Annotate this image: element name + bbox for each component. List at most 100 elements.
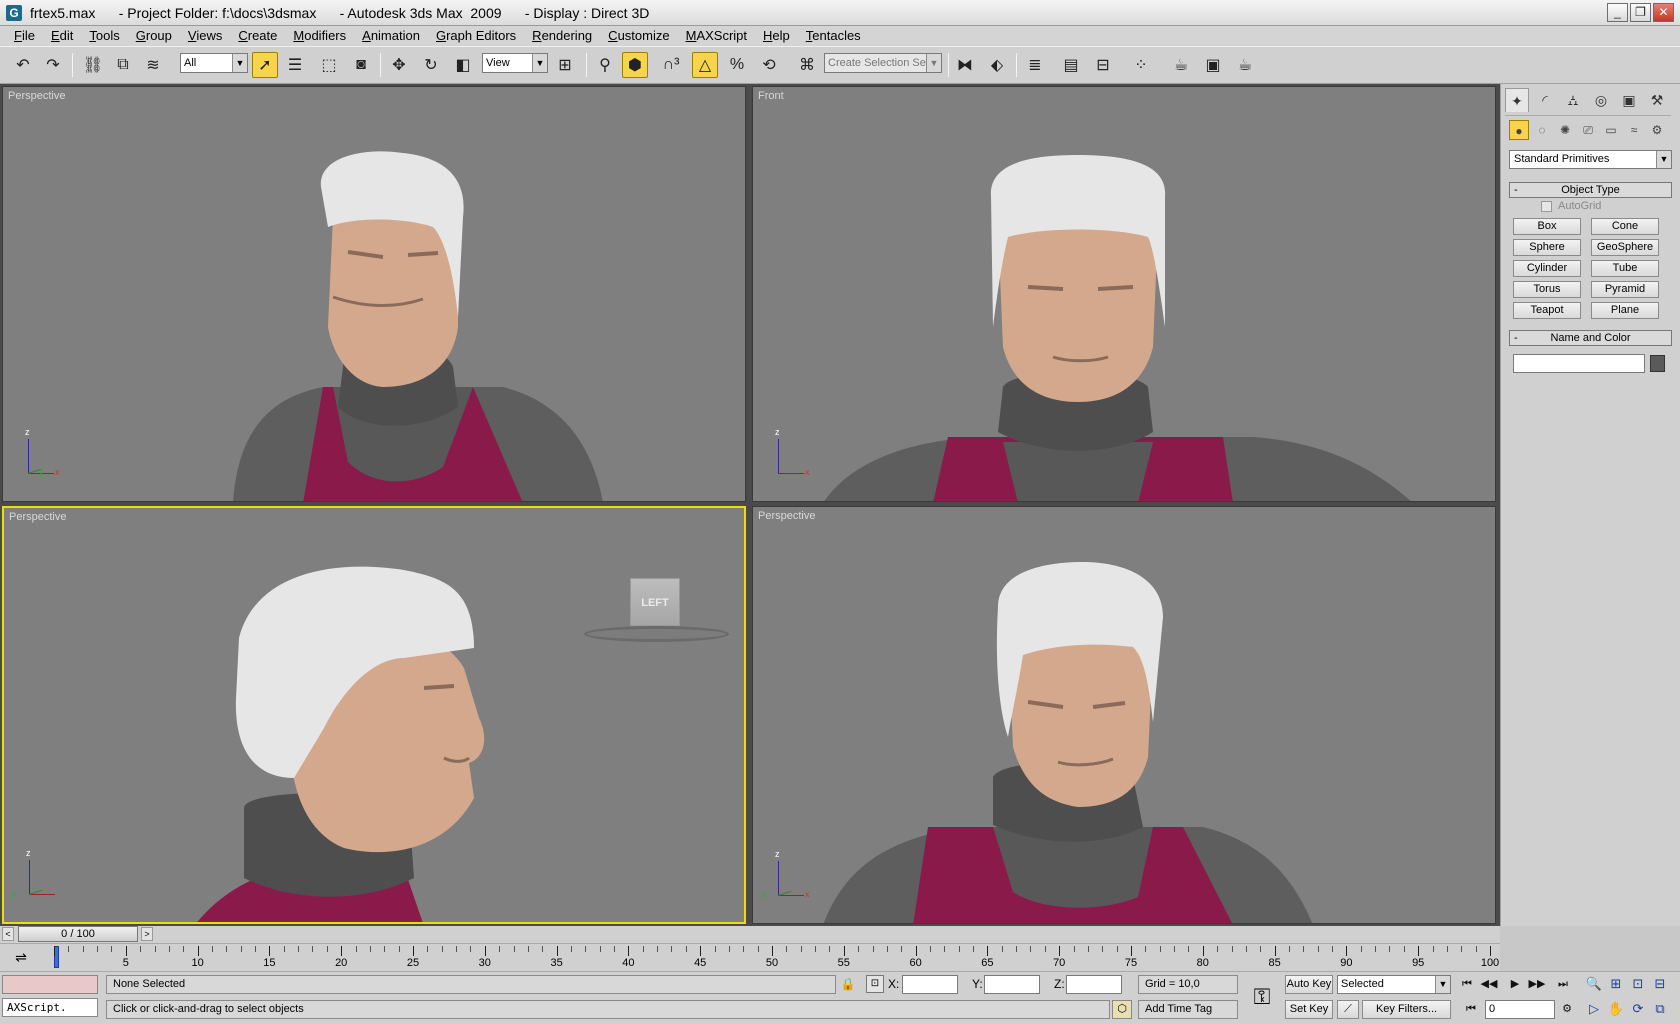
select-and-link-icon[interactable]: ⛓ [80, 52, 106, 78]
rectangular-selection-icon[interactable]: ⬚ [316, 52, 342, 78]
reference-coordinate-dropdown[interactable]: View ▼ [482, 53, 548, 73]
menu-graph-editors[interactable]: Graph Editors [428, 26, 524, 46]
viewport-perspective-active[interactable]: Perspective LEFT z y [2, 506, 746, 924]
menu-edit[interactable]: Edit [43, 26, 81, 46]
cameras-icon[interactable]: ⎚ [1578, 120, 1598, 140]
app-icon[interactable]: G [6, 4, 22, 21]
select-and-rotate-icon[interactable]: ↻ [418, 52, 444, 78]
lights-icon[interactable]: ✺ [1555, 120, 1575, 140]
percent-snap-icon[interactable]: % [724, 52, 750, 78]
modify-tab-icon[interactable]: ◜ [1533, 88, 1557, 112]
menu-rendering[interactable]: Rendering [524, 26, 600, 46]
cylinder-button[interactable]: Cylinder [1513, 260, 1581, 277]
window-crossing-icon[interactable]: ◙ [348, 52, 374, 78]
pan-view-icon[interactable]: ✋ [1606, 999, 1626, 1019]
viewport-label[interactable]: Front [758, 90, 784, 102]
menu-file[interactable]: File [6, 26, 43, 46]
time-configuration-icon[interactable]: ⚙ [1557, 1000, 1577, 1019]
zoom-extents-all-icon[interactable]: ⊟ [1650, 974, 1670, 994]
key-filters-button[interactable]: Key Filters... [1362, 1000, 1451, 1019]
select-and-move-icon[interactable]: ✥ [386, 52, 412, 78]
y-coord-input[interactable] [984, 975, 1040, 994]
viewcube[interactable]: LEFT [630, 578, 680, 626]
keyboard-shortcut-override-icon[interactable]: ⬢ [622, 52, 648, 78]
manipulate-icon[interactable]: ⚲ [592, 52, 618, 78]
object-name-input[interactable] [1513, 354, 1645, 373]
menu-create[interactable]: Create [230, 26, 285, 46]
geometry-icon[interactable]: ● [1509, 120, 1529, 140]
menu-views[interactable]: Views [180, 26, 230, 46]
redo-icon[interactable]: ↷ [40, 52, 66, 78]
cone-button[interactable]: Cone [1591, 218, 1659, 235]
spinner-snap-icon[interactable]: ⟲ [756, 52, 782, 78]
pivot-center-icon[interactable]: ⊞ [552, 52, 578, 78]
select-object-icon[interactable]: ➚ [252, 52, 278, 78]
z-coord-input[interactable] [1066, 975, 1122, 994]
play-icon[interactable]: ▶ [1505, 975, 1525, 994]
menu-tools[interactable]: Tools [81, 26, 127, 46]
lock-icon[interactable]: 🔒 [840, 976, 856, 992]
named-selection-dropdown[interactable]: Create Selection Set ▼ [824, 53, 942, 73]
torus-button[interactable]: Torus [1513, 281, 1581, 298]
hierarchy-tab-icon[interactable]: ⛼ [1561, 88, 1585, 112]
display-tab-icon[interactable]: ▣ [1617, 88, 1641, 112]
field-of-view-icon[interactable]: ▷ [1584, 999, 1604, 1019]
menu-customize[interactable]: Customize [600, 26, 677, 46]
maxscript-listener-output[interactable] [2, 975, 98, 994]
mini-curve-editor-icon[interactable]: ⇌ [10, 949, 32, 967]
edit-named-selection-icon[interactable]: ⌘ [794, 52, 820, 78]
material-editor-icon[interactable]: ⁘ [1128, 52, 1154, 78]
zoom-icon[interactable]: 🔍 [1584, 974, 1604, 994]
set-key-button[interactable]: Set Key [1285, 1000, 1333, 1019]
menu-animation[interactable]: Animation [354, 26, 428, 46]
pyramid-button[interactable]: Pyramid [1591, 281, 1659, 298]
rendered-frame-window-icon[interactable]: ▣ [1200, 52, 1226, 78]
menu-group[interactable]: Group [128, 26, 180, 46]
current-frame-input[interactable]: 0 [1485, 1000, 1555, 1019]
quick-render-icon[interactable]: ☕ [1232, 52, 1258, 78]
previous-frame-icon[interactable]: ◀◀ [1479, 975, 1499, 994]
go-to-end-icon[interactable]: ⏭ [1553, 975, 1573, 994]
key-mode-dropdown[interactable]: Selected ▼ [1337, 975, 1451, 994]
zoom-all-icon[interactable]: ⊞ [1606, 974, 1626, 994]
motion-tab-icon[interactable]: ◎ [1589, 88, 1613, 112]
viewport-front[interactable]: Front z x [752, 86, 1496, 502]
bind-space-warp-icon[interactable]: ≋ [140, 52, 166, 78]
object-type-rollout[interactable]: - Object Type [1509, 182, 1672, 198]
time-slider-next-button[interactable]: > [141, 927, 153, 941]
timeline-ruler[interactable]: 5 10 15 20 25 30 35 40 45 50 55 60 65 70 75 80 85 90 95 100 [54, 946, 1499, 970]
auto-key-button[interactable]: Auto Key [1285, 975, 1333, 994]
maxscript-mini-listener[interactable]: AXScript. [2, 998, 98, 1017]
select-and-scale-icon[interactable]: ◧ [450, 52, 476, 78]
render-setup-icon[interactable]: ☕ [1168, 52, 1194, 78]
align-icon[interactable]: ⬖ [984, 52, 1010, 78]
absolute-mode-icon[interactable]: ⊡ [866, 975, 884, 993]
time-slider-thumb[interactable]: 0 / 100 [18, 926, 138, 942]
unlink-icon[interactable]: ⧉ [110, 52, 136, 78]
close-icon[interactable]: ✕ [1653, 3, 1674, 22]
undo-icon[interactable]: ↶ [10, 52, 36, 78]
layer-manager-icon[interactable]: ≣ [1022, 52, 1048, 78]
minimize-icon[interactable]: _ [1607, 3, 1628, 22]
shapes-icon[interactable]: ◌ [1532, 120, 1552, 140]
x-coord-input[interactable] [902, 975, 958, 994]
orbit-icon[interactable]: ⟳ [1628, 999, 1648, 1019]
viewport-label[interactable]: Perspective [758, 510, 815, 522]
go-to-start-icon[interactable]: ⏮ [1457, 975, 1477, 994]
space-warps-icon[interactable]: ≈ [1624, 120, 1644, 140]
zoom-extents-icon[interactable]: ⊡ [1628, 974, 1648, 994]
add-time-tag-icon[interactable]: ⬡ [1112, 1000, 1132, 1019]
curve-editor-icon[interactable]: ▤ [1058, 52, 1084, 78]
menu-modifiers[interactable]: Modifiers [285, 26, 354, 46]
box-button[interactable]: Box [1513, 218, 1581, 235]
sphere-button[interactable]: Sphere [1513, 239, 1581, 256]
viewport-perspective-bottom-right[interactable]: Perspective z x y [752, 506, 1496, 924]
geosphere-button[interactable]: GeoSphere [1591, 239, 1659, 256]
default-in-out-tangent-icon[interactable]: ⟋ [1337, 1000, 1359, 1019]
selection-filter-dropdown[interactable]: All ▼ [180, 53, 248, 73]
primitive-category-dropdown[interactable]: Standard Primitives ▼ [1509, 150, 1672, 169]
select-by-name-icon[interactable]: ☰ [282, 52, 308, 78]
restore-icon[interactable]: ❐ [1630, 3, 1651, 22]
mirror-icon[interactable]: ⧓ [952, 52, 978, 78]
autogrid-checkbox[interactable]: AutoGrid [1541, 200, 1601, 212]
